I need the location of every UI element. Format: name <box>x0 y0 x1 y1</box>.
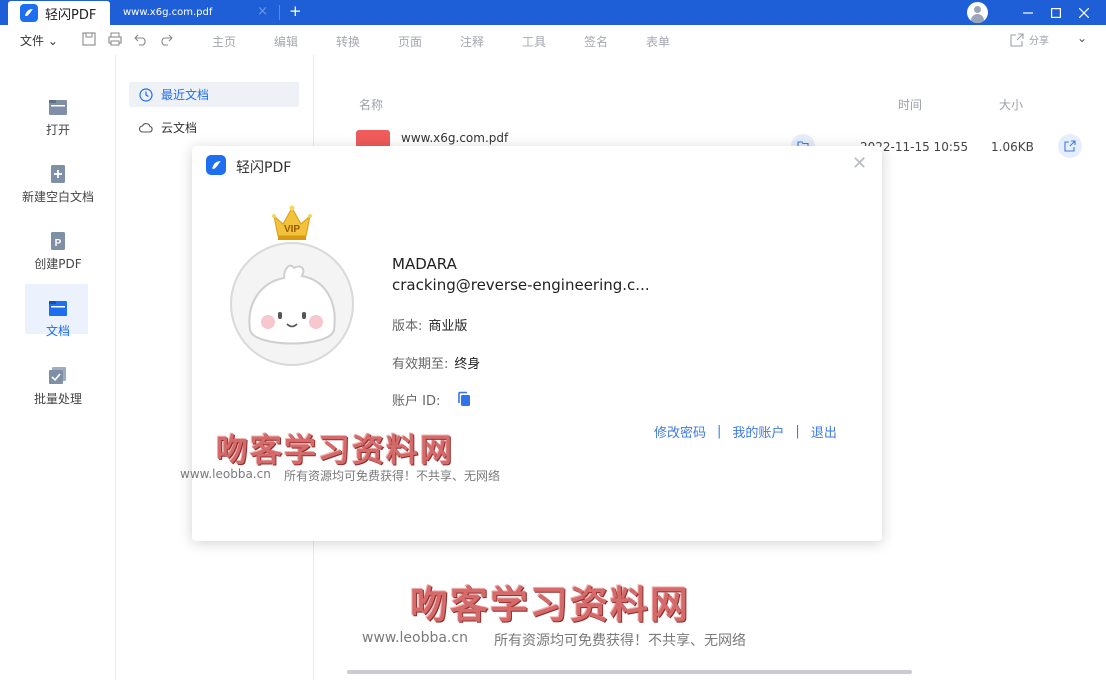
my-account-link[interactable]: 我的账户 <box>732 422 784 441</box>
print-icon[interactable] <box>108 32 122 46</box>
sidebar-item-label: 批量处理 <box>33 392 82 406</box>
vip-badge: VIP <box>284 224 300 235</box>
menu-form[interactable]: 表单 <box>646 33 670 50</box>
nav-cloud-documents[interactable]: 云文档 <box>129 115 299 140</box>
expiry-value: 终身 <box>454 357 481 372</box>
documents-icon <box>48 298 68 318</box>
maximize-button[interactable] <box>1041 0 1071 25</box>
link-separator: | <box>795 424 800 439</box>
column-header-name[interactable]: 名称 <box>359 96 383 113</box>
nav-cloud-label: 云文档 <box>161 121 198 135</box>
app-tab[interactable]: 轻闪PDF <box>8 1 110 25</box>
vip-crown-icon: VIP <box>272 205 312 240</box>
file-share-button[interactable] <box>1058 134 1082 158</box>
column-header-size[interactable]: 大小 <box>999 96 1023 113</box>
menu-edit[interactable]: 编辑 <box>274 33 298 50</box>
avatar <box>230 242 354 366</box>
title-bar: 轻闪PDF www.x6g.com.pdf × + <box>0 0 1106 25</box>
batch-icon <box>48 366 68 386</box>
menu-page[interactable]: 页面 <box>398 33 422 50</box>
nav-recent-documents[interactable]: 最近文档 <box>129 82 299 107</box>
horizontal-scrollbar[interactable] <box>347 670 912 674</box>
clock-icon <box>139 87 153 102</box>
file-name: www.x6g.com.pdf <box>401 131 509 145</box>
menu-tools[interactable]: 工具 <box>522 33 546 50</box>
left-sidebar: 打开 新建空白文档 P 创建PDF 文档 批量处理 <box>0 55 116 680</box>
minimize-icon <box>1023 11 1033 14</box>
tab-divider <box>279 5 280 20</box>
change-password-link[interactable]: 修改密码 <box>654 422 706 441</box>
watermark-slogan: 所有资源均可免费获得！不共享、无网络 <box>284 469 501 483</box>
column-header-time[interactable]: 时间 <box>898 96 922 113</box>
close-tab-icon[interactable]: × <box>257 4 268 19</box>
sidebar-item-open[interactable]: 打开 <box>0 91 116 141</box>
sidebar-item-documents[interactable]: 文档 <box>0 284 116 342</box>
doc-tab[interactable]: www.x6g.com.pdf × <box>112 0 274 25</box>
menu-annotate[interactable]: 注释 <box>460 33 484 50</box>
link-separator: | <box>717 424 722 439</box>
new-tab-button[interactable]: + <box>289 2 302 20</box>
save-icon[interactable] <box>82 32 96 46</box>
user-email: cracking@reverse-engineering.c... <box>392 276 650 294</box>
app-logo-icon <box>206 155 226 175</box>
close-icon <box>1079 7 1089 18</box>
doc-tab-label: www.x6g.com.pdf <box>123 7 213 18</box>
expiry-row: 有效期至: 终身 <box>392 353 480 372</box>
redo-icon[interactable] <box>159 32 173 46</box>
account-links: 修改密码 | 我的账户 | 退出 <box>654 422 837 441</box>
sidebar-item-label: 新建空白文档 <box>21 190 94 204</box>
undo-icon[interactable] <box>134 32 148 46</box>
avatar[interactable] <box>967 2 988 23</box>
close-icon[interactable]: ✕ <box>852 153 867 174</box>
share-label: 分享 <box>1029 36 1049 47</box>
mascot-icon <box>248 264 336 345</box>
user-name: MADARA <box>392 255 457 273</box>
share-icon <box>1064 140 1076 152</box>
account-dialog: 轻闪PDF ✕ VIP MADARA cracking@reverse-engi… <box>180 146 882 541</box>
sidebar-item-new-blank[interactable]: 新建空白文档 <box>0 158 116 208</box>
folder-icon <box>48 97 68 117</box>
sidebar-item-label: 文档 <box>45 324 70 338</box>
edition-value: 商业版 <box>428 319 468 334</box>
file-menu[interactable]: 文件 ⌄ <box>20 32 58 49</box>
edition-row: 版本: 商业版 <box>392 315 467 334</box>
account-id-label: 账户 ID: <box>392 394 441 409</box>
sidebar-item-label: 打开 <box>45 123 70 137</box>
watermark-title: 吻客学习资料网 <box>410 582 691 627</box>
account-id-row: 账户 ID: <box>392 390 440 409</box>
file-size: 1.06KB <box>991 140 1034 154</box>
expiry-label: 有效期至: <box>392 357 449 372</box>
share-icon <box>1010 32 1024 47</box>
menu-home[interactable]: 主页 <box>212 33 236 50</box>
menu-convert[interactable]: 转换 <box>336 33 360 50</box>
watermark-url: www.leobba.cn <box>180 467 271 481</box>
logout-link[interactable]: 退出 <box>811 422 837 441</box>
menu-sign[interactable]: 签名 <box>584 33 608 50</box>
maximize-icon <box>1051 7 1061 18</box>
minimize-button[interactable] <box>1013 0 1043 25</box>
svg-text:P: P <box>55 238 62 249</box>
watermark-slogan: 所有资源均可免费获得！不共享、无网络 <box>494 633 746 649</box>
menu-bar: 文件 ⌄ 主页 编辑 转换 页面 注释 工具 签名 表单 分享 ⌄ <box>0 25 1106 55</box>
nav-recent-label: 最近文档 <box>161 88 210 102</box>
cloud-icon <box>139 122 153 133</box>
sidebar-item-create-pdf[interactable]: P 创建PDF <box>0 225 116 275</box>
app-tab-label: 轻闪PDF <box>45 7 97 23</box>
watermark-url: www.leobba.cn <box>362 630 468 646</box>
sidebar-item-batch[interactable]: 批量处理 <box>0 360 116 410</box>
close-window-button[interactable] <box>1069 0 1099 25</box>
collapse-ribbon-icon[interactable]: ⌄ <box>1077 31 1087 45</box>
app-logo-icon <box>20 4 38 22</box>
avatar-head <box>974 6 981 13</box>
watermark-title: 吻客学习资料网 <box>216 431 455 469</box>
edition-label: 版本: <box>392 319 423 334</box>
dialog-title: 轻闪PDF <box>236 160 292 176</box>
create-pdf-icon: P <box>48 231 68 251</box>
new-doc-icon <box>48 164 68 184</box>
copy-icon[interactable] <box>456 391 472 407</box>
share-button[interactable]: 分享 <box>1010 32 1049 47</box>
avatar-body <box>971 14 984 23</box>
sidebar-item-label: 创建PDF <box>34 257 82 271</box>
